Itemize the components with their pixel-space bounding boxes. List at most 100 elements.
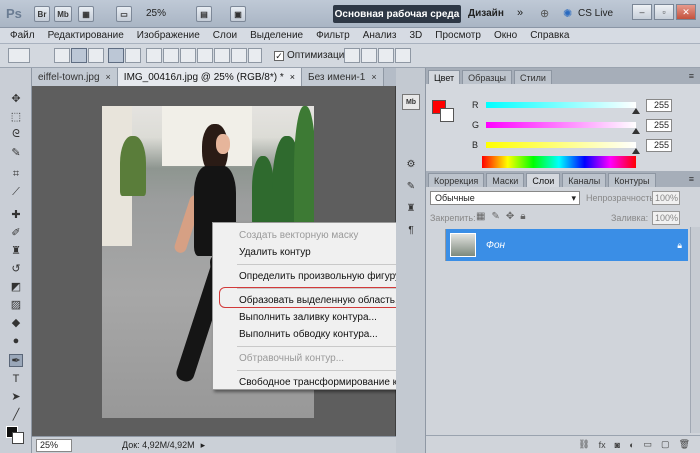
new-group-icon[interactable]: ▭ [644, 439, 653, 450]
auto-add-delete-option[interactable]: ✓ Оптимизация [274, 50, 350, 61]
workspace-design-button[interactable]: Дизайн [468, 8, 504, 19]
clone-stamp-tool-icon[interactable]: ♜ [9, 244, 23, 257]
document-info[interactable]: Док: 4,92М/4,92М [122, 440, 195, 450]
close-tab-icon[interactable]: × [371, 72, 376, 82]
workspace-overflow-icon[interactable]: » [517, 7, 523, 19]
slider-thumb[interactable] [632, 128, 640, 134]
menu-edit[interactable]: Редактирование [48, 30, 124, 41]
line-shape-icon[interactable] [214, 48, 230, 63]
path-intersect-icon[interactable] [378, 48, 394, 63]
lock-position-icon[interactable]: ✥ [506, 211, 514, 222]
green-value[interactable]: 255 [646, 118, 672, 132]
hand-zoom-button[interactable]: ▭ [116, 6, 132, 22]
status-menu-arrow-icon[interactable]: ▸ [201, 440, 206, 451]
rounded-rectangle-icon[interactable] [163, 48, 179, 63]
blend-mode-select[interactable]: Обычные [430, 191, 580, 205]
doc-tab-untitled[interactable]: Без имени-1 × [302, 68, 384, 86]
arrange-documents-button[interactable]: ▤ [196, 6, 212, 22]
adjust-panel-icon[interactable]: ⚙ [402, 156, 420, 172]
layer-style-icon[interactable]: fx [599, 440, 606, 450]
lock-all-icon[interactable]: 🔒︎ [520, 211, 525, 222]
eyedropper-tool-icon[interactable]: ⟋ [9, 186, 23, 199]
clone-source-panel-icon[interactable]: ♜ [402, 200, 420, 216]
type-tool-icon[interactable]: T [9, 372, 23, 385]
history-brush-tool-icon[interactable]: ↺ [9, 262, 23, 275]
menu-window[interactable]: Окно [494, 30, 517, 41]
layer-name[interactable]: Фон [486, 240, 505, 251]
polygon-shape-icon[interactable] [197, 48, 213, 63]
menu-layers[interactable]: Слои [213, 30, 237, 41]
marquee-tool-icon[interactable]: ⬚ [9, 110, 23, 123]
minimize-button[interactable]: – [632, 4, 652, 20]
panel-menu-icon[interactable]: ≡ [689, 71, 694, 81]
tab-paths[interactable]: Контуры [608, 173, 656, 187]
add-mask-icon[interactable]: ◙ [615, 440, 620, 450]
slider-thumb[interactable] [632, 148, 640, 154]
geometry-options-icon[interactable] [248, 48, 262, 63]
blur-tool-icon[interactable]: ◆ [9, 316, 23, 329]
background-color-swatch[interactable] [440, 108, 454, 122]
menu-file[interactable]: Файл [10, 30, 35, 41]
move-tool-icon[interactable]: ✥ [9, 92, 23, 105]
eraser-tool-icon[interactable]: ◩ [9, 280, 23, 293]
mini-bridge-panel-icon[interactable]: Mb [402, 94, 420, 110]
slider-thumb[interactable] [632, 108, 640, 114]
lock-transparent-icon[interactable]: ▦ [476, 211, 485, 222]
path-add-icon[interactable] [344, 48, 360, 63]
gradient-tool-icon[interactable]: ▨ [9, 298, 23, 311]
dodge-tool-icon[interactable]: ● [9, 334, 23, 347]
layer-visibility-icon[interactable] [428, 229, 446, 261]
menu-filter[interactable]: Фильтр [316, 30, 350, 41]
cs-live-button[interactable]: CS Live [578, 8, 613, 19]
panel-menu-icon[interactable]: ≡ [689, 174, 694, 184]
tool-preset-picker[interactable] [8, 48, 30, 63]
pen-tool-icon[interactable]: ✒ [9, 354, 23, 367]
shape-layers-mode-icon[interactable] [54, 48, 70, 63]
path-exclude-icon[interactable] [395, 48, 411, 63]
fill-pixels-mode-icon[interactable] [88, 48, 104, 63]
red-slider[interactable] [486, 102, 640, 114]
crop-tool-icon[interactable]: ⌗ [9, 168, 23, 181]
bridge-button[interactable]: Br [34, 6, 50, 22]
pen-tool-icon[interactable] [108, 48, 124, 63]
zoom-level-select[interactable]: 25% [146, 8, 166, 19]
view-extras-button[interactable]: ▦ [78, 6, 94, 22]
menu-image[interactable]: Изображение [137, 30, 200, 41]
tab-styles[interactable]: Стили [514, 70, 552, 84]
tab-channels[interactable]: Каналы [562, 173, 607, 187]
character-panel-icon[interactable]: ¶ [402, 222, 420, 238]
screen-mode-button[interactable]: ▣ [230, 6, 246, 22]
auto-add-delete-checkbox[interactable]: ✓ [274, 50, 284, 61]
delete-layer-icon[interactable]: 🗑︎ [679, 439, 690, 450]
menu-select[interactable]: Выделение [250, 30, 303, 41]
close-tab-icon[interactable]: × [106, 72, 111, 82]
path-selection-tool-icon[interactable]: ➤ [9, 390, 23, 403]
mini-bridge-button[interactable]: Mb [54, 6, 72, 22]
lasso-tool-icon[interactable]: ᘓ [9, 128, 23, 141]
layer-row-background[interactable]: Фон 🔒︎ [428, 229, 688, 261]
fill-field[interactable]: 100% [652, 211, 680, 225]
tab-masks[interactable]: Маски [486, 173, 525, 187]
healing-brush-tool-icon[interactable]: ✚ [9, 208, 23, 221]
rectangle-shape-icon[interactable] [146, 48, 162, 63]
green-slider[interactable] [486, 122, 640, 134]
layers-scrollbar[interactable] [690, 227, 700, 433]
path-subtract-icon[interactable] [361, 48, 377, 63]
opacity-field[interactable]: 100% [652, 191, 680, 205]
cs-search-icon[interactable]: ⊕ [540, 7, 549, 20]
color-spectrum-bar[interactable] [482, 156, 636, 168]
freeform-pen-icon[interactable] [125, 48, 141, 63]
brush-tool-icon[interactable]: ✐ [9, 226, 23, 239]
link-layers-icon[interactable]: ⛓ [578, 439, 589, 450]
quick-selection-tool-icon[interactable]: ✎ [9, 146, 23, 159]
shape-tool-icon[interactable]: ╱ [9, 408, 23, 421]
background-color-swatch[interactable] [12, 432, 24, 444]
ellipse-shape-icon[interactable] [180, 48, 196, 63]
lock-image-icon[interactable]: ✎ [491, 211, 499, 222]
brush-panel-icon[interactable]: ✎ [402, 178, 420, 194]
tab-color[interactable]: Цвет [428, 70, 461, 84]
blue-value[interactable]: 255 [646, 138, 672, 152]
tab-swatches[interactable]: Образцы [462, 70, 512, 84]
menu-view[interactable]: Просмотр [435, 30, 481, 41]
tab-layers[interactable]: Слои [526, 173, 561, 187]
